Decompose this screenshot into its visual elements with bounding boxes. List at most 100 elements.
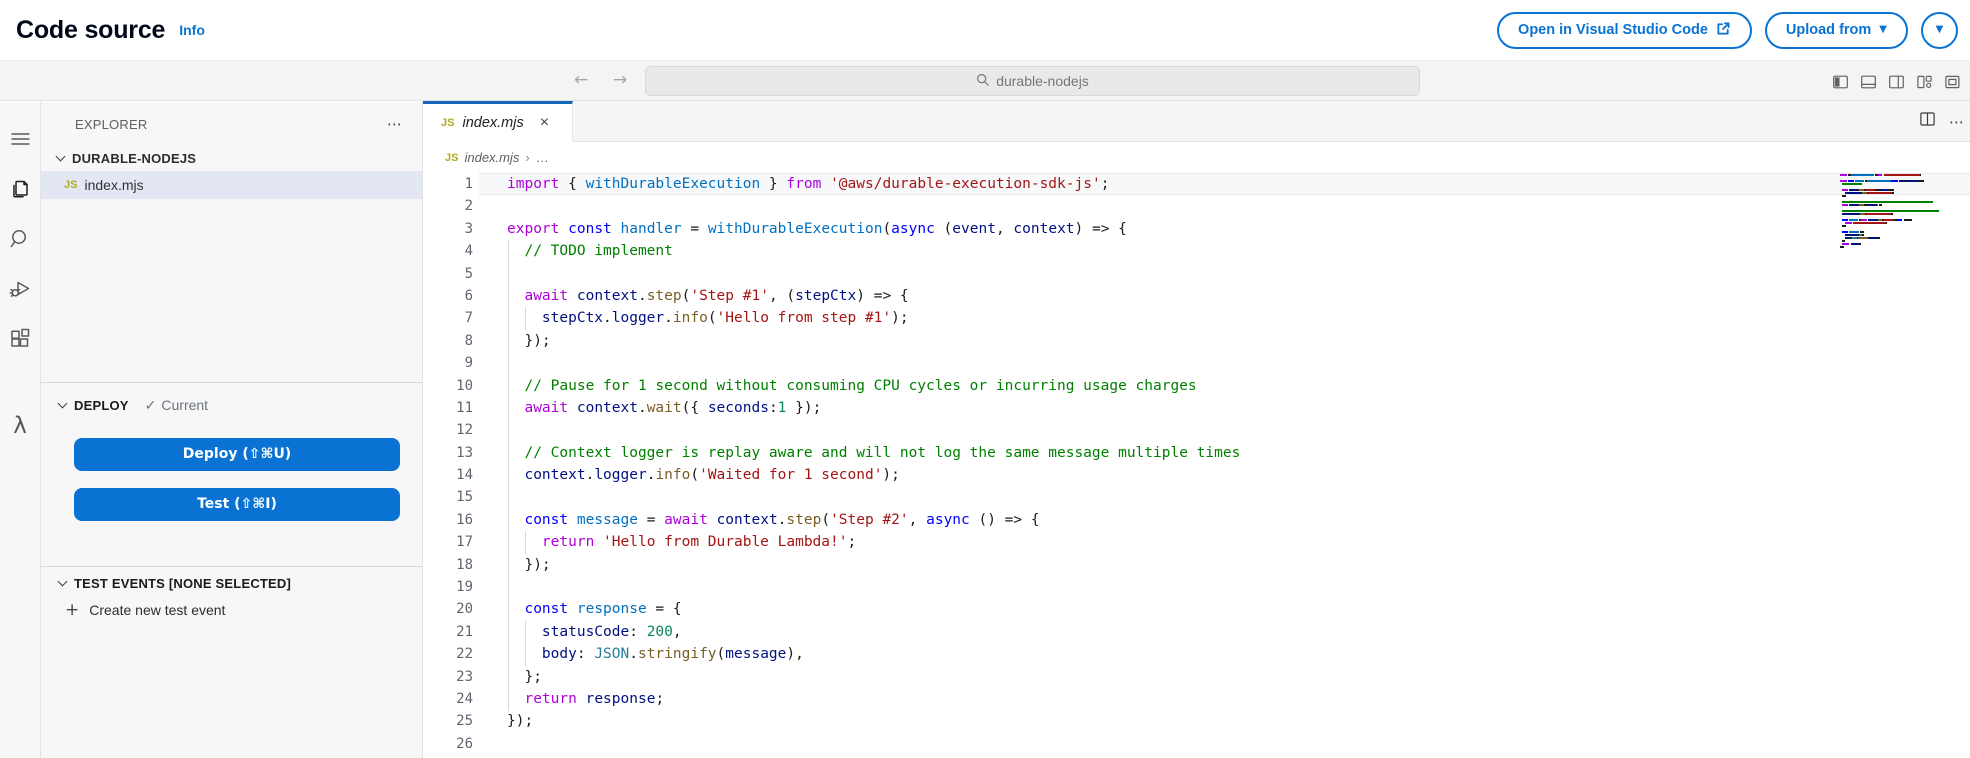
customize-layout-icon[interactable] bbox=[1916, 74, 1933, 90]
explorer-icon[interactable] bbox=[0, 164, 41, 214]
line-number[interactable]: 1 bbox=[423, 173, 473, 195]
minimap[interactable] bbox=[1840, 174, 1950, 252]
breadcrumb[interactable]: JS index.mjs › … bbox=[423, 142, 1970, 173]
line-number[interactable]: 6 bbox=[423, 285, 473, 307]
line-number[interactable]: 24 bbox=[423, 688, 473, 710]
info-link[interactable]: Info bbox=[179, 22, 205, 38]
code-line[interactable]: }); bbox=[507, 554, 1840, 576]
line-number[interactable]: 5 bbox=[423, 263, 473, 285]
code-line[interactable]: }); bbox=[507, 330, 1840, 352]
line-number[interactable]: 21 bbox=[423, 621, 473, 643]
activity-bar: λ bbox=[0, 102, 41, 758]
line-number[interactable]: 26 bbox=[423, 733, 473, 755]
code-line[interactable]: // Context logger is replay aware and wi… bbox=[507, 442, 1840, 464]
code-line[interactable]: return 'Hello from Durable Lambda!'; bbox=[507, 531, 1840, 553]
more-editor-actions-icon[interactable]: ⋯ bbox=[1949, 113, 1964, 131]
code-line[interactable]: // Pause for 1 second without consuming … bbox=[507, 375, 1840, 397]
line-number[interactable]: 18 bbox=[423, 554, 473, 576]
code-line[interactable]: }); bbox=[507, 710, 1840, 732]
code-line[interactable] bbox=[507, 352, 1840, 374]
toggle-secondary-sidebar-icon[interactable] bbox=[1888, 74, 1905, 90]
code-line[interactable]: const response = { bbox=[507, 598, 1840, 620]
line-number[interactable]: 7 bbox=[423, 307, 473, 329]
code-line[interactable] bbox=[507, 419, 1840, 441]
search-view-icon[interactable] bbox=[0, 214, 41, 264]
code-line[interactable]: statusCode: 200, bbox=[507, 621, 1840, 643]
code-line[interactable]: // TODO implement bbox=[507, 240, 1840, 262]
menu-icon[interactable] bbox=[0, 114, 41, 164]
search-input[interactable]: durable-nodejs bbox=[645, 66, 1420, 96]
toggle-primary-sidebar-icon[interactable] bbox=[1832, 74, 1849, 90]
deploy-button[interactable]: Deploy (⇧⌘U) bbox=[74, 438, 400, 471]
create-test-event-item[interactable]: + Create new test event bbox=[41, 600, 422, 620]
editor-toolbar: ← → durable-nodejs bbox=[0, 60, 1970, 101]
line-number[interactable]: 17 bbox=[423, 531, 473, 553]
line-number[interactable]: 3 bbox=[423, 218, 473, 240]
line-number[interactable]: 23 bbox=[423, 666, 473, 688]
check-icon: ✓ bbox=[145, 398, 157, 414]
code-line[interactable]: const message = await context.step('Step… bbox=[507, 509, 1840, 531]
code-line[interactable]: }; bbox=[507, 666, 1840, 688]
line-number[interactable]: 13 bbox=[423, 442, 473, 464]
indent-guide bbox=[525, 621, 526, 666]
breadcrumb-symbol[interactable]: … bbox=[536, 150, 549, 165]
line-number[interactable]: 19 bbox=[423, 576, 473, 598]
split-editor-icon[interactable] bbox=[1919, 111, 1936, 132]
line-number[interactable]: 25 bbox=[423, 710, 473, 732]
line-number[interactable]: 11 bbox=[423, 397, 473, 419]
line-number[interactable]: 8 bbox=[423, 330, 473, 352]
line-number[interactable]: 2 bbox=[423, 195, 473, 217]
code-line[interactable]: await context.step('Step #1', (stepCtx) … bbox=[507, 285, 1840, 307]
test-button[interactable]: Test (⇧⌘I) bbox=[74, 488, 400, 521]
code-line[interactable] bbox=[507, 263, 1840, 285]
code-line[interactable] bbox=[507, 733, 1840, 755]
tab-index-mjs[interactable]: JS index.mjs × bbox=[423, 101, 573, 142]
line-number[interactable]: 4 bbox=[423, 240, 473, 262]
toggle-panel-icon[interactable] bbox=[1860, 74, 1877, 90]
code-line[interactable] bbox=[507, 576, 1840, 598]
aws-lambda-icon[interactable]: λ bbox=[0, 401, 41, 451]
explorer-more-actions-icon[interactable]: ⋯ bbox=[387, 115, 402, 133]
chevron-down-icon bbox=[58, 576, 68, 586]
line-number[interactable]: 16 bbox=[423, 509, 473, 531]
line-number[interactable]: 12 bbox=[423, 419, 473, 441]
code-line[interactable]: export const handler = withDurableExecut… bbox=[507, 218, 1840, 240]
code-line[interactable]: context.logger.info('Waited for 1 second… bbox=[507, 464, 1840, 486]
run-debug-icon[interactable] bbox=[0, 264, 41, 314]
code-editor[interactable]: 1234567891011121314151617181920212223242… bbox=[423, 173, 1970, 758]
line-number[interactable]: 10 bbox=[423, 375, 473, 397]
tree-folder-durable-nodejs[interactable]: DURABLE-NODEJS bbox=[41, 146, 422, 171]
extensions-icon[interactable] bbox=[0, 314, 41, 364]
code-line[interactable] bbox=[507, 486, 1840, 508]
line-number[interactable]: 22 bbox=[423, 643, 473, 665]
test-events-section: TEST EVENTS [NONE SELECTED] + Create new… bbox=[41, 566, 422, 758]
open-in-vscode-button[interactable]: Open in Visual Studio Code bbox=[1497, 12, 1752, 49]
code-line[interactable]: stepCtx.logger.info('Hello from step #1'… bbox=[507, 307, 1840, 329]
line-number[interactable]: 15 bbox=[423, 486, 473, 508]
navigate-back-icon[interactable]: ← bbox=[574, 70, 588, 90]
line-number[interactable]: 20 bbox=[423, 598, 473, 620]
deploy-section-header[interactable]: DEPLOY ✓Current bbox=[41, 397, 422, 414]
deploy-status: ✓Current bbox=[145, 397, 208, 414]
breadcrumb-file[interactable]: index.mjs bbox=[464, 150, 519, 165]
more-header-actions-button[interactable]: ▼ bbox=[1921, 12, 1958, 49]
navigate-forward-icon[interactable]: → bbox=[613, 70, 627, 90]
explorer-title: EXPLORER bbox=[75, 117, 147, 132]
fullscreen-icon[interactable] bbox=[1944, 74, 1961, 90]
code-line[interactable]: await context.wait({ seconds:1 }); bbox=[507, 397, 1840, 419]
close-tab-icon[interactable]: × bbox=[540, 115, 549, 131]
code-line[interactable]: body: JSON.stringify(message), bbox=[507, 643, 1840, 665]
code-content[interactable]: import { withDurableExecution } from '@a… bbox=[507, 173, 1840, 755]
chevron-down-icon bbox=[58, 398, 68, 408]
code-line[interactable]: import { withDurableExecution } from '@a… bbox=[507, 173, 1840, 195]
code-line[interactable] bbox=[507, 195, 1840, 217]
line-number[interactable]: 9 bbox=[423, 352, 473, 374]
tree-file-index-mjs[interactable]: JS index.mjs bbox=[41, 171, 422, 199]
test-events-header[interactable]: TEST EVENTS [NONE SELECTED] bbox=[41, 576, 422, 591]
line-number[interactable]: 14 bbox=[423, 464, 473, 486]
upload-from-button[interactable]: Upload from ▼ bbox=[1765, 12, 1908, 49]
js-file-icon: JS bbox=[64, 179, 77, 191]
deploy-section: DEPLOY ✓Current Deploy (⇧⌘U) Test (⇧⌘I) bbox=[41, 382, 422, 566]
indent-guide bbox=[525, 307, 526, 329]
code-line[interactable]: return response; bbox=[507, 688, 1840, 710]
